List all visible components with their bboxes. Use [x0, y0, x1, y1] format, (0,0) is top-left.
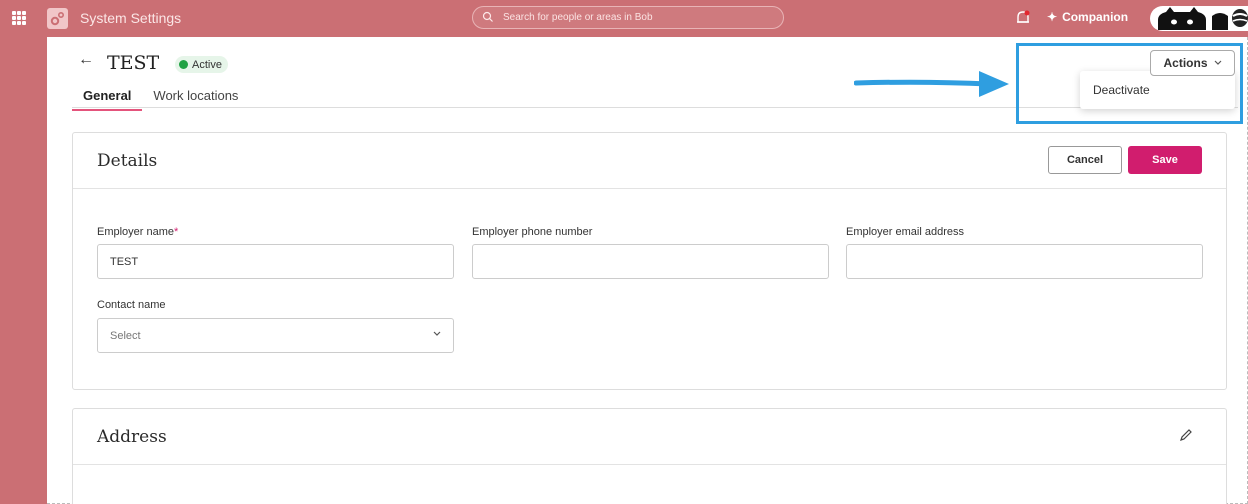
- app-title: System Settings: [80, 10, 182, 26]
- details-card: Details Cancel Save Employer name* TEST …: [72, 132, 1227, 390]
- annotation-highlight-box: [1016, 43, 1243, 124]
- details-title: Details: [97, 151, 158, 171]
- top-bar: System Settings Search for people or are…: [0, 0, 1248, 37]
- settings-gear-icon: [47, 8, 68, 29]
- card-divider: [73, 188, 1226, 189]
- card-divider: [73, 464, 1226, 465]
- cancel-button[interactable]: Cancel: [1048, 146, 1122, 174]
- employer-phone-label: Employer phone number: [472, 226, 593, 238]
- contact-name-select[interactable]: Select: [97, 318, 454, 353]
- avatar[interactable]: [1150, 6, 1248, 31]
- pencil-edit-icon[interactable]: [1179, 428, 1193, 442]
- sparkle-icon: ✦: [1047, 10, 1058, 24]
- companion-label: Companion: [1062, 10, 1129, 24]
- address-card: Address: [72, 408, 1227, 504]
- page-title: TEST: [107, 52, 160, 74]
- employer-email-field[interactable]: [846, 244, 1203, 279]
- companion-button[interactable]: ✦ Companion: [1047, 10, 1128, 24]
- employer-name-field[interactable]: TEST: [97, 244, 454, 279]
- address-title: Address: [97, 427, 167, 447]
- employer-name-label-text: Employer name: [97, 226, 175, 238]
- status-badge: Active: [175, 56, 228, 73]
- bell-icon[interactable]: [1015, 9, 1031, 27]
- status-label: Active: [192, 58, 222, 71]
- save-button[interactable]: Save: [1128, 146, 1202, 174]
- chevron-down-icon: [433, 331, 441, 336]
- search-icon: [482, 11, 493, 22]
- back-arrow-icon[interactable]: ←: [78, 51, 94, 69]
- search-placeholder: Search for people or areas in Bob: [503, 12, 653, 23]
- employer-email-label: Employer email address: [846, 226, 964, 238]
- employer-phone-field[interactable]: [472, 244, 829, 279]
- employer-name-label: Employer name*: [97, 226, 178, 238]
- search-input[interactable]: Search for people or areas in Bob: [472, 6, 784, 29]
- required-asterisk: *: [174, 226, 179, 238]
- contact-name-label: Contact name: [97, 299, 166, 311]
- annotation-arrow-icon: [854, 71, 1009, 97]
- main-panel: ← TEST Active General Work locations Dea…: [47, 37, 1248, 504]
- status-dot-icon: [179, 60, 188, 69]
- contact-name-placeholder: Select: [110, 329, 141, 342]
- apps-grid-icon[interactable]: [12, 11, 26, 25]
